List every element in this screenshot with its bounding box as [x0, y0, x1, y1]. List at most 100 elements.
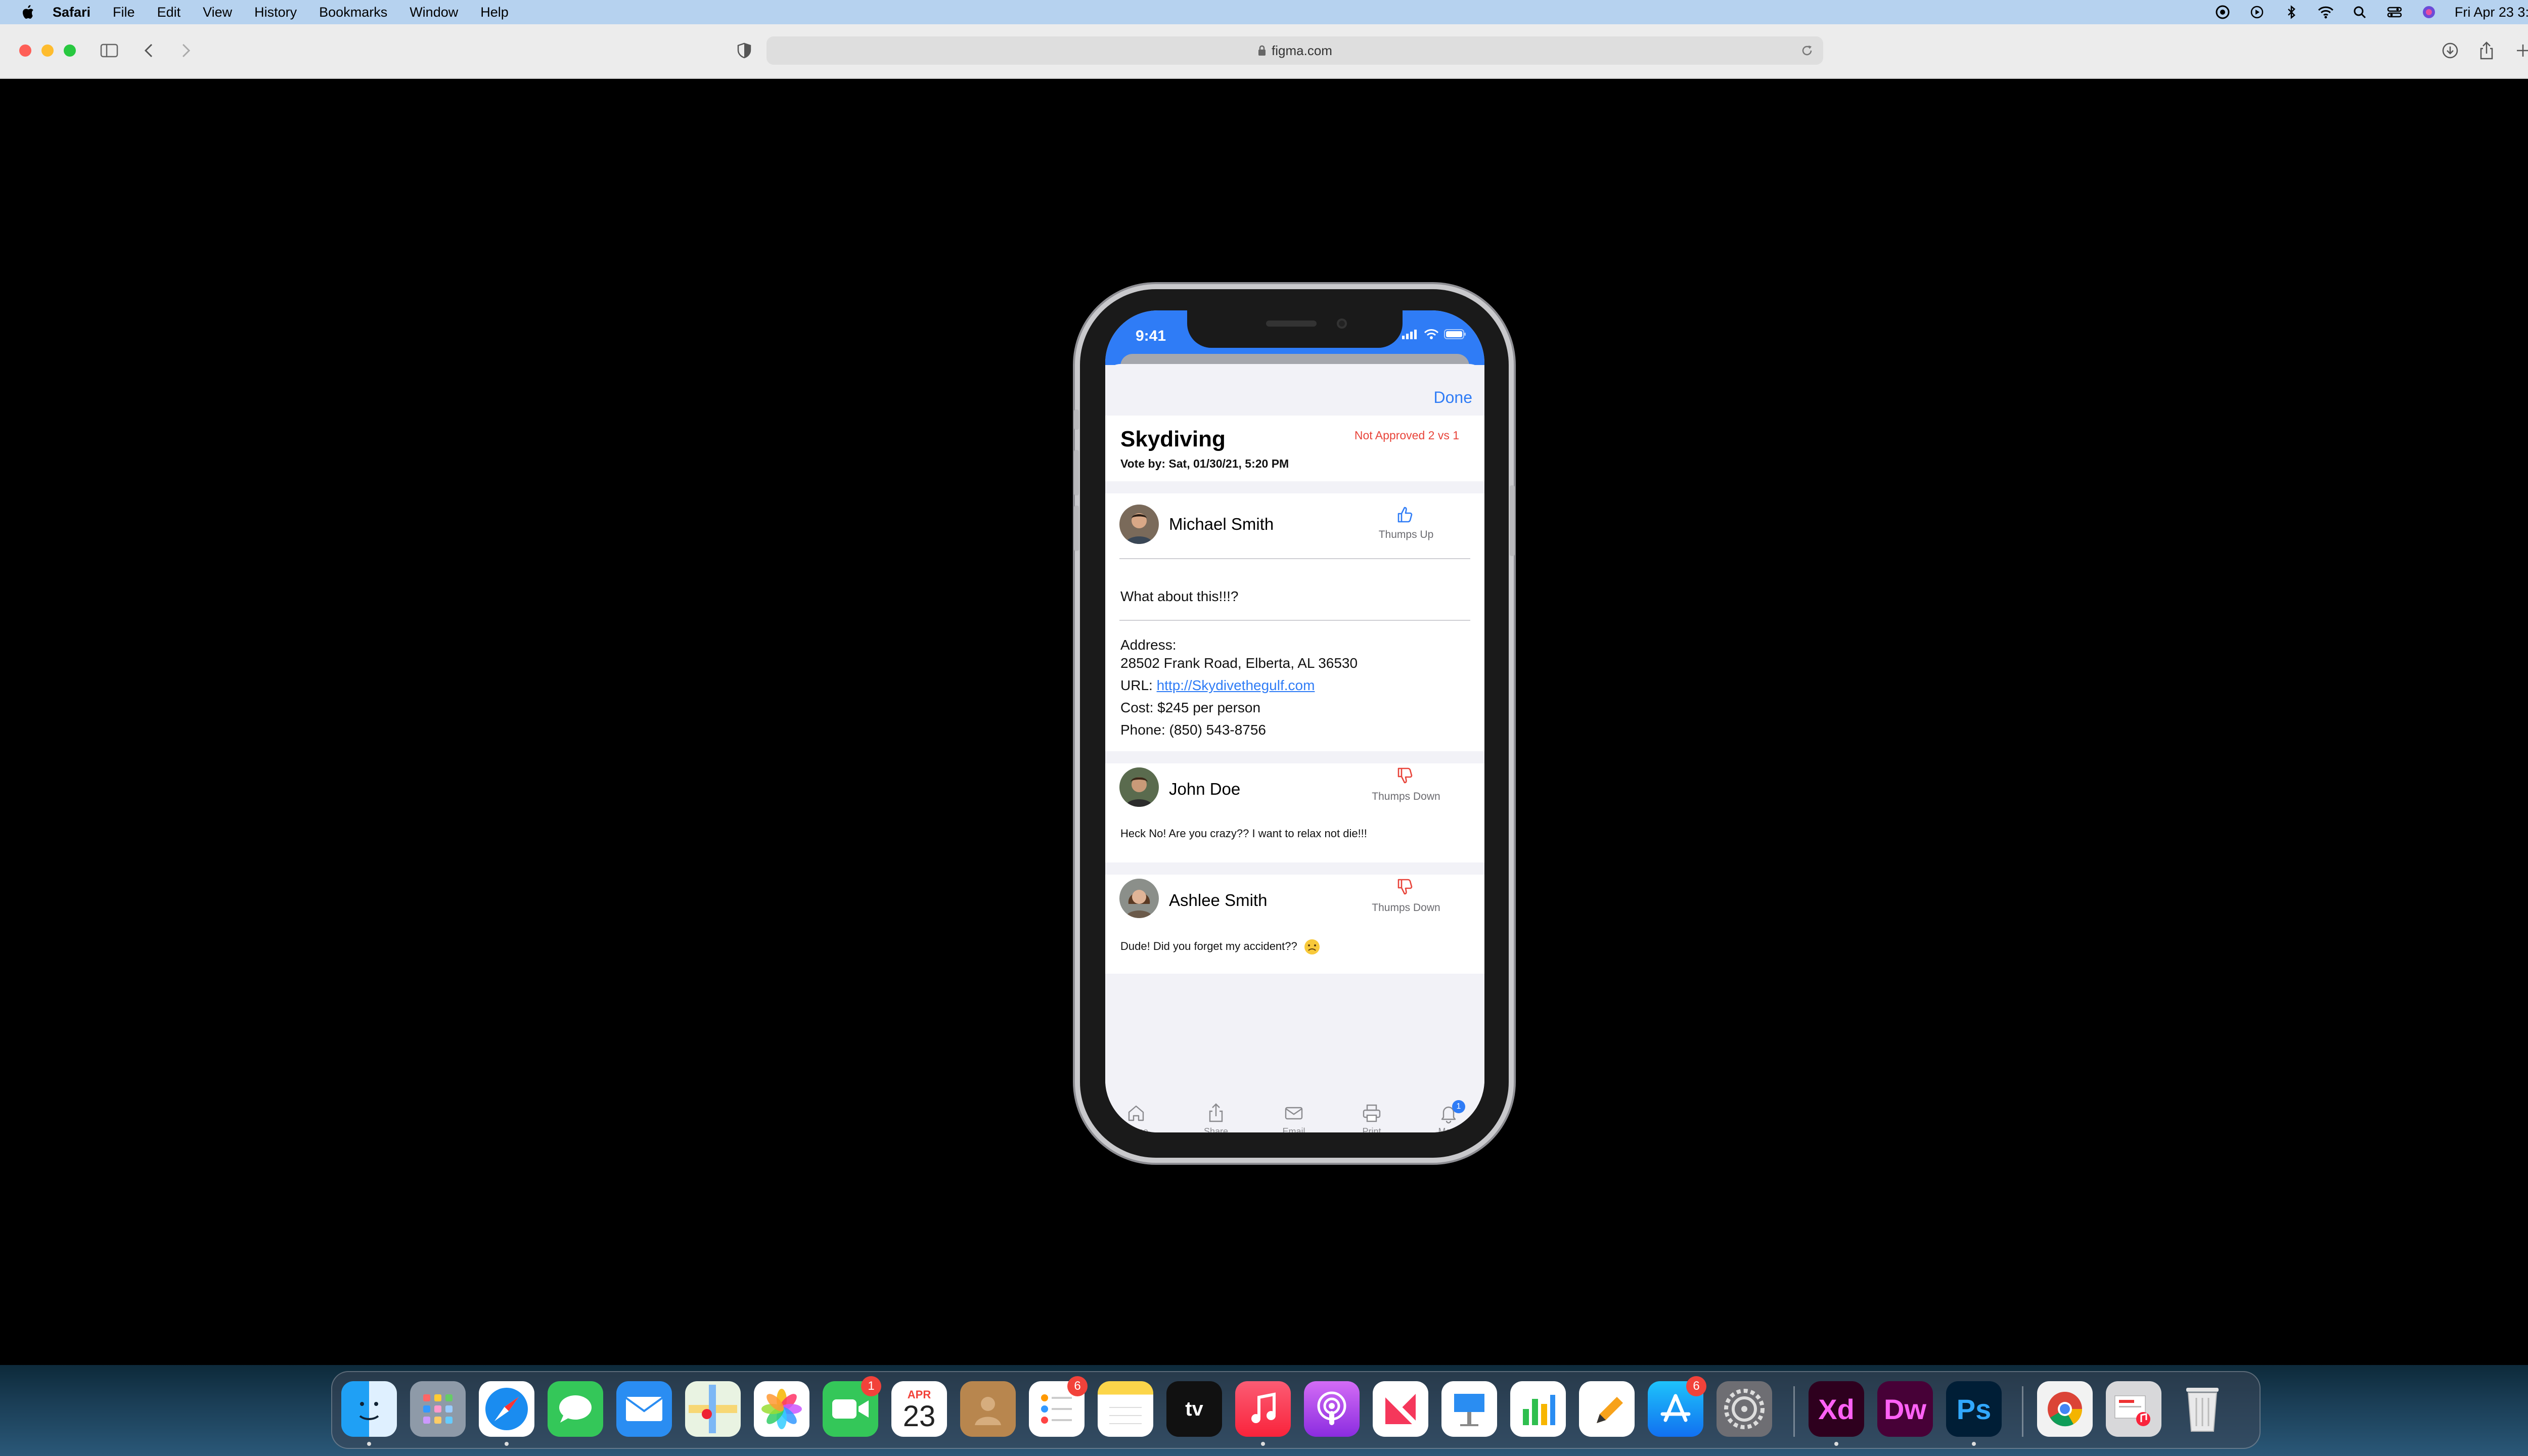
battery-icon	[1444, 329, 1466, 339]
minimize-window-button[interactable]	[41, 44, 54, 57]
spotlight-search-icon[interactable]	[2352, 5, 2369, 20]
vote-label: Thumps Down	[1372, 902, 1440, 914]
notch-camera	[1337, 318, 1347, 329]
menubar-clock[interactable]: Fri Apr 23 3:45 PM	[2455, 5, 2528, 20]
response-message: What about this!!!?	[1120, 588, 1239, 604]
calendar-icon[interactable]: APR 23	[891, 1381, 947, 1437]
xd-label: Xd	[1818, 1393, 1855, 1425]
menu-help[interactable]: Help	[480, 5, 509, 20]
thumbs-down-icon[interactable]	[1395, 877, 1416, 897]
safari-icon[interactable]	[479, 1381, 534, 1437]
phone-number-text[interactable]: Phone: (850) 543-8756	[1120, 722, 1266, 738]
address-bar[interactable]: figma.com	[766, 36, 1823, 65]
thumbs-up-icon[interactable]	[1395, 505, 1416, 525]
adobe-xd-icon[interactable]: Xd	[1809, 1381, 1864, 1437]
avatar[interactable]	[1119, 505, 1159, 544]
event-header: Skydiving Vote by: Sat, 01/30/21, 5:20 P…	[1105, 416, 1484, 481]
bottom-tab-bar: Home Share Email Print 1 More	[1105, 1100, 1484, 1132]
notification-badge: 1	[1452, 1100, 1465, 1113]
tab-label: Share	[1203, 1126, 1229, 1132]
response-card: Michael Smith Thumps Up What about this!…	[1105, 493, 1484, 751]
responder-name: Michael Smith	[1169, 515, 1274, 533]
bluetooth-icon[interactable]	[2283, 5, 2300, 20]
menu-view[interactable]: View	[203, 5, 232, 20]
podcasts-icon[interactable]	[1304, 1381, 1360, 1437]
fullscreen-window-button[interactable]	[64, 44, 76, 57]
adobe-dreamweaver-icon[interactable]: Dw	[1877, 1381, 1933, 1437]
forward-chevron-icon[interactable]	[174, 39, 196, 62]
wifi-icon	[1424, 329, 1439, 339]
documents-stack-icon[interactable]	[2106, 1381, 2161, 1437]
photos-icon[interactable]	[754, 1381, 809, 1437]
email-icon	[1285, 1107, 1303, 1120]
privacy-shield-icon[interactable]	[733, 39, 755, 62]
creative-cloud-icon[interactable]	[2214, 5, 2231, 20]
back-chevron-icon[interactable]	[139, 39, 161, 62]
notes-icon[interactable]	[1098, 1381, 1153, 1437]
wifi-icon[interactable]	[2317, 5, 2334, 20]
dw-label: Dw	[1884, 1393, 1926, 1425]
thumbs-down-icon[interactable]	[1395, 765, 1416, 786]
event-url-link[interactable]: http://Skydivethegulf.com	[1157, 677, 1315, 693]
menu-window[interactable]: Window	[410, 5, 458, 20]
apple-tv-icon[interactable]: tv	[1166, 1381, 1222, 1437]
lock-icon	[1258, 45, 1266, 56]
system-preferences-icon[interactable]	[1717, 1381, 1772, 1437]
trash-icon[interactable]	[2175, 1381, 2230, 1437]
tab-print[interactable]: Print	[1344, 1102, 1400, 1132]
screen-record-icon[interactable]	[2248, 5, 2266, 20]
apple-menu-icon[interactable]	[20, 4, 34, 20]
tab-label: Print	[1362, 1126, 1381, 1132]
responder-name: Ashlee Smith	[1169, 891, 1268, 909]
maps-icon[interactable]	[685, 1381, 741, 1437]
share-icon[interactable]	[2475, 39, 2498, 62]
tab-email[interactable]: Email	[1266, 1102, 1322, 1132]
dock-separator	[1793, 1386, 1795, 1437]
downloads-icon[interactable]	[2439, 39, 2461, 62]
tab-more[interactable]: 1 More	[1421, 1100, 1476, 1132]
notch-speaker	[1266, 321, 1317, 327]
done-button[interactable]: Done	[1434, 388, 1473, 407]
avatar[interactable]	[1119, 879, 1159, 918]
keynote-icon[interactable]	[1441, 1381, 1497, 1437]
sidebar-toggle-icon[interactable]	[98, 39, 120, 62]
launchpad-icon[interactable]	[410, 1381, 466, 1437]
music-icon[interactable]	[1235, 1381, 1291, 1437]
app-store-badge: 6	[1686, 1376, 1706, 1396]
url-row: URL: http://Skydivethegulf.com	[1120, 677, 1315, 694]
tab-share[interactable]: Share	[1188, 1102, 1244, 1132]
numbers-icon[interactable]	[1510, 1381, 1566, 1437]
menu-history[interactable]: History	[254, 5, 297, 20]
response-message-row: Dude! Did you forget my accident??	[1120, 938, 1321, 956]
close-window-button[interactable]	[19, 44, 31, 57]
running-indicator	[1834, 1442, 1838, 1446]
pages-icon[interactable]	[1579, 1381, 1635, 1437]
phone-notch	[1187, 310, 1403, 348]
home-icon	[1128, 1105, 1144, 1121]
tab-label: Home	[1123, 1126, 1148, 1132]
news-icon[interactable]	[1373, 1381, 1428, 1437]
control-center-icon[interactable]	[2386, 5, 2403, 20]
tab-home[interactable]: Home	[1108, 1102, 1164, 1132]
new-tab-icon[interactable]	[2512, 39, 2528, 62]
menu-file[interactable]: File	[113, 5, 135, 20]
share-icon	[1209, 1103, 1223, 1122]
mail-icon[interactable]	[616, 1381, 672, 1437]
tv-label: tv	[1185, 1397, 1203, 1420]
phone-volume-up	[1074, 450, 1079, 495]
siri-icon[interactable]	[2420, 5, 2437, 20]
vote-label: Thumps Up	[1378, 529, 1434, 540]
contacts-icon[interactable]	[960, 1381, 1016, 1437]
face-emoji-icon	[1304, 939, 1320, 954]
reload-icon[interactable]	[1800, 43, 1814, 58]
chrome-icon[interactable]	[2037, 1381, 2093, 1437]
adobe-photoshop-icon[interactable]: Ps	[1946, 1381, 2002, 1437]
finder-icon[interactable]	[341, 1381, 397, 1437]
address-label: Address:	[1120, 637, 1177, 653]
avatar[interactable]	[1119, 767, 1159, 807]
menu-edit[interactable]: Edit	[157, 5, 181, 20]
menu-bookmarks[interactable]: Bookmarks	[319, 5, 387, 20]
messages-icon[interactable]	[548, 1381, 603, 1437]
menu-app-name[interactable]: Safari	[53, 5, 91, 20]
modal-sheet: Done Skydiving Vote by: Sat, 01/30/21, 5…	[1105, 364, 1484, 1132]
